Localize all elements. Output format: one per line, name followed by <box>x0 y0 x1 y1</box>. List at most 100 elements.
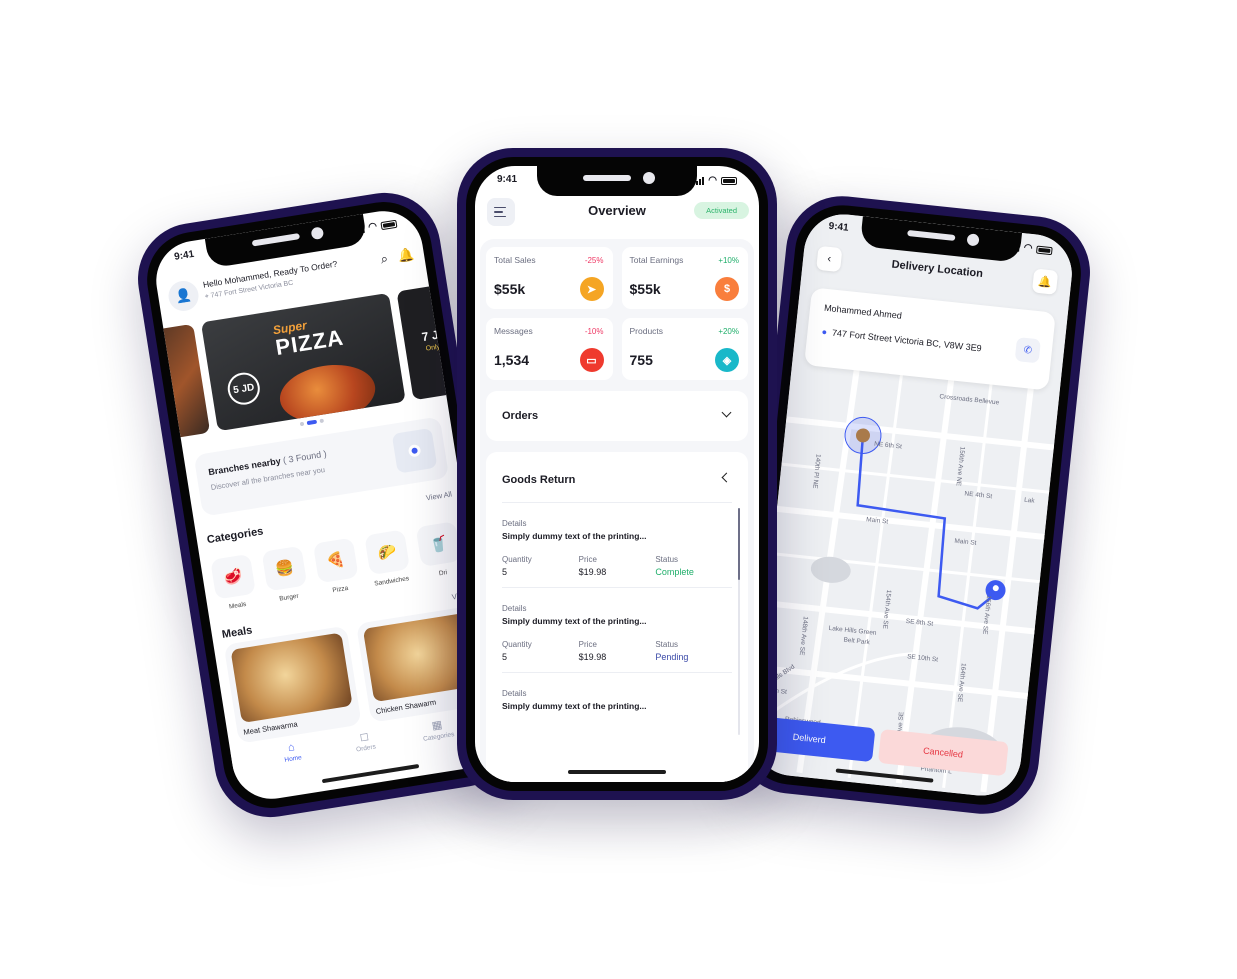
orders-panel[interactable]: Orders <box>486 391 748 441</box>
category-item[interactable]: 🍕 Pizza <box>312 537 361 597</box>
wifi-icon: ◠ <box>708 175 717 186</box>
stat-value: $55k <box>629 281 661 297</box>
details-label: Details <box>502 519 527 528</box>
return-item[interactable]: Details Simply dummy text of the printing… <box>502 588 732 673</box>
overview-content: Total Sales -25% $55k ➤ Total Earnings +10% $5… <box>480 239 754 782</box>
delivery-screen: Crossroads Bellevue NE 6th St 156th Ave NE… <box>749 210 1076 800</box>
view-all-link[interactable]: View All <box>425 489 452 502</box>
location-pin-icon: ● <box>821 326 828 338</box>
details-text: Simply dummy text of the printing... <box>502 701 647 711</box>
return-item[interactable]: Details Simply dummy text of the printing… <box>502 503 732 588</box>
send-icon: ➤ <box>579 277 604 301</box>
location-icon <box>407 443 422 458</box>
chevron-left-icon[interactable] <box>721 472 732 483</box>
orders-title: Orders <box>502 410 539 422</box>
stat-card[interactable]: Total Earnings +10% $55k $ <box>621 247 748 309</box>
meal-image <box>230 632 353 724</box>
wifi-icon: ◠ <box>1023 242 1034 255</box>
map-thumbnail <box>391 427 438 474</box>
scrollbar[interactable] <box>738 508 740 735</box>
branches-card[interactable]: Branches nearby ( 3 Found ) Discover all… <box>193 416 450 517</box>
quantity-label: Quantity <box>502 640 532 649</box>
pizza-image <box>275 358 380 429</box>
category-label: Meals <box>228 600 247 611</box>
status-label: Status <box>655 640 679 649</box>
stat-change: -10% <box>584 327 604 336</box>
stats-grid: Total Sales -25% $55k ➤ Total Earnings +10% $5… <box>486 247 748 380</box>
category-label: Sandwiches <box>373 575 410 588</box>
showcase-stage: 9:41 ◠ 👤 Hello Mohammed, Ready To Order?… <box>0 0 1237 979</box>
stat-card[interactable]: Total Sales -25% $55k ➤ <box>486 247 613 309</box>
category-item[interactable]: 🌮 Sandwiches <box>364 529 412 588</box>
battery-icon <box>721 176 737 185</box>
tab-home[interactable]: ⌂ Home <box>266 738 321 781</box>
notification-button[interactable]: 🔔 <box>1031 268 1059 295</box>
tab-orders[interactable]: ◻ Orders <box>338 726 393 769</box>
stat-change: +10% <box>718 256 739 265</box>
stat-change: -25% <box>584 256 604 265</box>
return-item-meta: Quantity 5 Price $19.98 Status Complete <box>502 555 732 577</box>
bell-icon[interactable]: 🔔 <box>397 247 415 265</box>
scrollbar-thumb[interactable] <box>738 508 740 580</box>
goods-return-panel: Goods Return Details Simply dummy text of… <box>486 452 748 782</box>
call-button[interactable]: ✆ <box>1014 337 1042 364</box>
price-column: Price $19.98 <box>579 555 656 577</box>
pizza-icon: 🍕 <box>312 537 359 584</box>
phone-icon: ✆ <box>1023 344 1033 357</box>
price-value: $19.98 <box>578 652 607 662</box>
category-item[interactable]: 🥩 Meals <box>210 553 258 613</box>
status-time: 9:41 <box>173 248 196 263</box>
search-icon[interactable]: ⌕ <box>380 251 390 268</box>
steak-icon: 🥩 <box>210 553 256 600</box>
stat-value: 755 <box>629 352 653 368</box>
status-value: Pending <box>655 652 689 662</box>
box-icon: ◈ <box>715 348 739 372</box>
quantity-column: Quantity 5 <box>502 555 579 577</box>
categories-title: Categories <box>206 525 265 547</box>
goods-return-title: Goods Return <box>502 474 576 486</box>
status-label: Status <box>655 555 679 564</box>
status-badge: Activated <box>694 202 749 219</box>
status-time: 9:41 <box>828 220 850 234</box>
meals-title: Meals <box>221 624 254 642</box>
status-column: Status Complete <box>655 555 732 577</box>
details-label: Details <box>502 604 527 613</box>
taco-icon: 🌮 <box>364 529 411 576</box>
avatar[interactable]: 👤 <box>166 278 201 314</box>
stat-value: $55k <box>494 281 526 297</box>
details-text: Simply dummy text of the printing... <box>502 616 647 626</box>
banner-pizza[interactable]: Super PIZZA 5 JD <box>200 292 406 432</box>
stat-card[interactable]: Messages -10% 1,534 ▭ <box>486 318 613 380</box>
phone-delivery: Crossroads Bellevue NE 6th St 156th Ave NE… <box>729 190 1096 820</box>
stat-card[interactable]: Products +20% 755 ◈ <box>621 318 748 380</box>
battery-icon <box>1036 245 1053 255</box>
price-column: Price $19.98 <box>579 640 656 662</box>
drink-icon: 🥤 <box>415 521 462 568</box>
stat-change: +20% <box>718 327 739 336</box>
status-time: 9:41 <box>497 174 518 185</box>
stat-value: 1,534 <box>494 352 530 368</box>
category-label: Burger <box>278 592 300 603</box>
banner-price: 5 JD <box>225 370 263 407</box>
price-label: Price <box>578 640 597 649</box>
carousel-dots <box>299 418 325 427</box>
return-item[interactable]: Details Simply dummy text of the printing… <box>502 673 732 721</box>
wifi-icon: ◠ <box>367 220 378 234</box>
phone-overview: 9:41 ◠ Overview Activated Total Sales -2… <box>457 148 777 800</box>
branches-count: ( 3 Found ) <box>282 448 328 466</box>
bell-icon: 🔔 <box>1037 275 1053 289</box>
dollar-icon: $ <box>715 277 739 301</box>
meal-card[interactable]: Meat Shawarma <box>223 625 362 744</box>
details-text: Simply dummy text of the printing... <box>502 531 647 541</box>
price-value: $19.98 <box>578 567 607 577</box>
notch <box>537 166 697 196</box>
status-value: Complete <box>655 567 694 577</box>
price-label: Price <box>578 555 597 564</box>
signal-icon <box>696 176 705 185</box>
return-item-meta: Quantity 5 Price $19.98 Status Pending <box>502 640 732 662</box>
customer-address: 747 Fort Street Victoria BC, V8W 3E9 <box>831 327 983 354</box>
chevron-down-icon[interactable] <box>721 407 732 418</box>
category-item[interactable]: 🍔 Burger <box>261 545 310 605</box>
quantity-label: Quantity <box>502 555 532 564</box>
details-label: Details <box>502 689 527 698</box>
